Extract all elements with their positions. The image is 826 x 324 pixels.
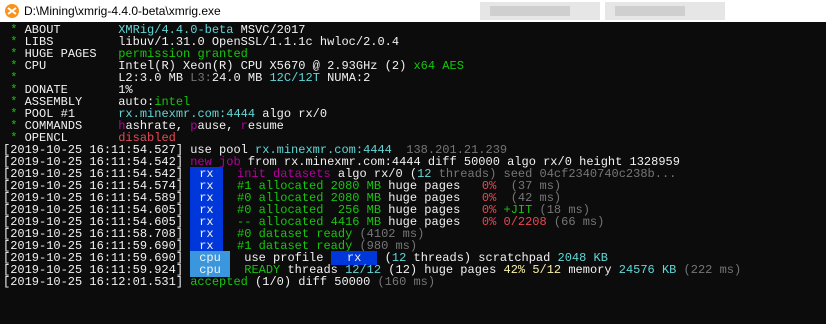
log-text: memory	[561, 263, 619, 277]
log-row: [2019-10-25 16:12:01.531] accepted (1/0)…	[0, 276, 826, 288]
log-text: accepted	[190, 275, 248, 289]
summary-value: NUMA:2	[327, 71, 371, 85]
log-text: (222 ms)	[676, 263, 742, 277]
log-text: (66 ms)	[546, 215, 605, 229]
summary-value: r	[240, 119, 248, 133]
summary-value: x64 AES	[413, 59, 464, 73]
summary-value: ause,	[197, 119, 241, 133]
summary-value: L3:	[190, 71, 212, 85]
log-text: (160 ms)	[377, 275, 436, 289]
log-text: 0% 0/2208	[467, 215, 547, 229]
background-tab-1	[480, 2, 600, 20]
window-titlebar[interactable]: D:\Mining\xmrig-4.4.0-beta\xmrig.exe	[0, 0, 826, 22]
log-text: 5/12	[532, 263, 562, 277]
summary-value: 24.0 MB	[211, 71, 270, 85]
log-block: [2019-10-25 16:11:54.527] use pool rx.mi…	[0, 144, 826, 288]
log-text: 42%	[503, 263, 526, 277]
xmrig-icon	[5, 4, 19, 18]
console-output[interactable]: * ABOUT XMRig/4.4.0-beta MSVC/2017 * LIB…	[0, 24, 826, 324]
summary-value: 12C/12T	[269, 71, 328, 85]
window-title: D:\Mining\xmrig-4.4.0-beta\xmrig.exe	[24, 4, 221, 18]
summary-value: 3.0 MB	[139, 71, 191, 85]
summary-block: * ABOUT XMRig/4.4.0-beta MSVC/2017 * LIB…	[0, 24, 826, 144]
summary-value: esume	[247, 119, 284, 133]
log-timestamp: [2019-10-25 16:12:01.531]	[3, 275, 191, 289]
background-tab-2	[605, 2, 725, 20]
log-text: (1/0) diff 50000	[247, 275, 378, 289]
background-window-tabs	[480, 0, 826, 22]
log-text: 24576 KB	[618, 263, 677, 277]
